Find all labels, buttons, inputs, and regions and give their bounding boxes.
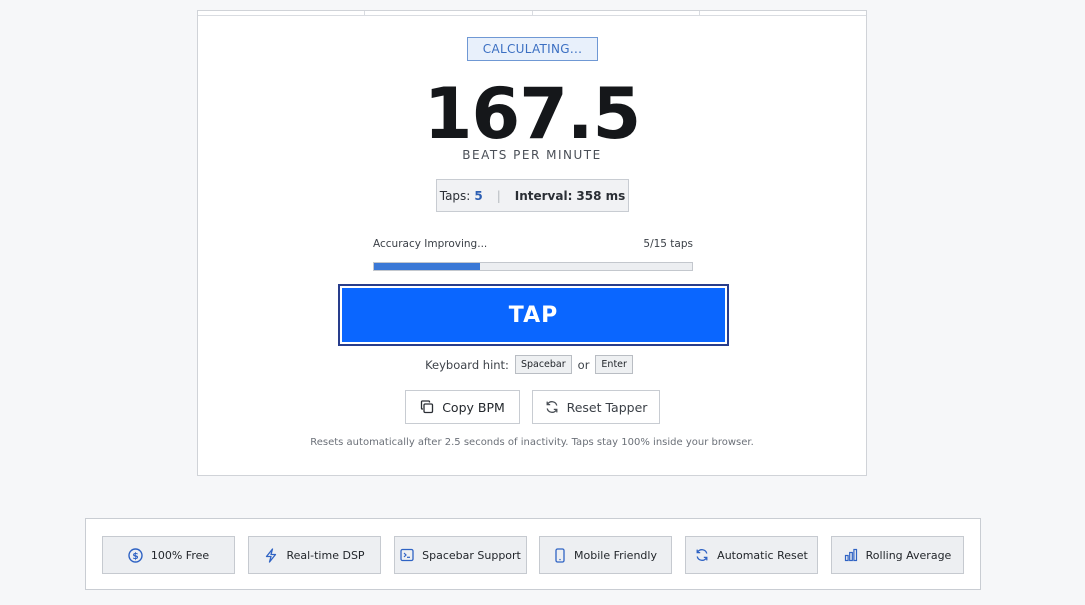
feature-label: Mobile Friendly (574, 548, 657, 562)
stats-box: Taps: 5 | Interval: 358 ms (436, 179, 629, 212)
accuracy-row: Accuracy Improving... 5/15 taps (373, 238, 693, 250)
taps-label: Taps: (439, 188, 471, 203)
copy-bpm-button[interactable]: Copy BPM (405, 390, 520, 424)
reset-tapper-label: Reset Tapper (566, 399, 648, 415)
stats-divider: | (496, 188, 501, 203)
phone-icon (555, 547, 565, 563)
feature-rolling-average: Rolling Average (831, 536, 964, 574)
dollar-icon: $ (128, 547, 143, 563)
feature-free: $ 100% Free (102, 536, 235, 574)
accuracy-progress-bar (373, 262, 693, 271)
feature-label: Real-time DSP (286, 548, 365, 562)
svg-text:$: $ (132, 552, 138, 562)
tapper-card: CALCULATING... 167.5 BEATS PER MINUTE Ta… (197, 10, 867, 476)
bpm-unit-label: BEATS PER MINUTE (462, 148, 602, 162)
footnote: Resets automatically after 2.5 seconds o… (310, 437, 754, 448)
card-top-tick (364, 11, 365, 15)
tap-count-label: 5/15 taps (643, 238, 693, 250)
bar-chart-icon (844, 548, 857, 562)
feature-strip: $ 100% Free Real-time DSP Spacebar Suppo… (85, 518, 981, 590)
refresh-icon (546, 401, 558, 413)
bolt-icon (266, 547, 277, 563)
reset-tapper-button[interactable]: Reset Tapper (532, 390, 660, 424)
keyboard-hint-label: Keyboard hint: (425, 357, 509, 372)
feature-label: Automatic Reset (717, 548, 808, 562)
accuracy-label: Accuracy Improving... (373, 238, 488, 250)
feature-mobile-friendly: Mobile Friendly (539, 536, 672, 574)
tap-button-label: TAP (342, 288, 725, 342)
keyboard-hint: Keyboard hint: Spacebar or Enter (198, 355, 866, 374)
card-top-tick (699, 11, 700, 15)
spacebar-key: Spacebar (514, 355, 572, 374)
feature-realtime-dsp: Real-time DSP (248, 536, 381, 574)
page: CALCULATING... 167.5 BEATS PER MINUTE Ta… (0, 0, 1085, 605)
status-badge: CALCULATING... (467, 37, 598, 61)
card-top-rule (198, 15, 866, 16)
keyboard-hint-separator: or (577, 357, 590, 372)
feature-label: 100% Free (150, 548, 210, 562)
refresh-icon (696, 549, 708, 561)
enter-key: Enter (595, 355, 633, 374)
feature-label: Spacebar Support (422, 548, 521, 562)
card-top-tick (532, 11, 533, 15)
interval-label: Interval: (514, 188, 573, 203)
copy-icon (421, 400, 434, 414)
accuracy-progress-fill (374, 263, 480, 270)
interval-value: 358 ms (576, 188, 626, 203)
taps-value: 5 (474, 188, 483, 203)
terminal-icon (400, 548, 414, 562)
feature-automatic-reset: Automatic Reset (685, 536, 818, 574)
bpm-value: 167.5 (423, 73, 641, 155)
copy-bpm-label: Copy BPM (442, 399, 505, 415)
tap-button[interactable]: TAP (338, 284, 729, 346)
feature-spacebar-support: Spacebar Support (394, 536, 527, 574)
feature-label: Rolling Average (865, 548, 952, 562)
